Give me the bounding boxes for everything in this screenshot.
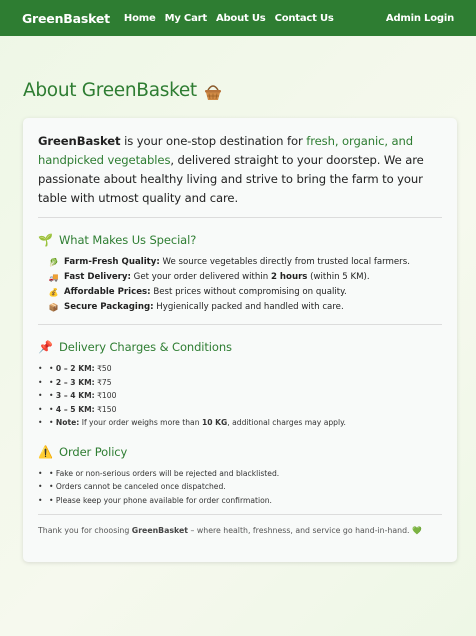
brand-logo-text[interactable]: GreenBasket	[22, 11, 110, 26]
warning-icon: ⚠️	[38, 444, 53, 459]
intro-brand: GreenBasket	[38, 134, 121, 148]
feature-text: We source vegetables directly from trust…	[159, 257, 410, 267]
policy-text: Fake or non-serious orders will be rejec…	[55, 468, 280, 478]
delivery-price: ₹75	[94, 377, 112, 387]
list-item: 🚚 Fast Delivery: Get your order delivere…	[48, 270, 442, 285]
package-icon: 📦	[48, 303, 59, 312]
note-label: Note:	[55, 418, 80, 427]
delivery-range: 0 – 2 KM:	[55, 364, 95, 373]
list-item: • • Note: If your order weighs more than …	[38, 418, 346, 427]
delivery-price: ₹50	[94, 364, 112, 373]
nav-links: Home My Cart About Us Contact Us	[124, 13, 334, 24]
feature-text: Best prices without compromising on qual…	[150, 287, 347, 297]
policy-list: • • Fake or non-serious orders will be re…	[38, 467, 442, 508]
policy-heading-row: ⚠️ Order Policy	[38, 445, 442, 459]
policy-heading: Order Policy	[59, 444, 128, 459]
special-list: 🥬 Farm-Fresh Quality: We source vegetabl…	[48, 255, 442, 315]
page-title: About GreenBasket	[23, 80, 197, 101]
page-title-row: About GreenBasket	[23, 80, 223, 101]
truck-icon: 🚚	[48, 273, 59, 282]
nav-about-us-link[interactable]: About Us	[216, 13, 266, 24]
list-item: • • 0 – 2 KM: ₹50	[38, 364, 112, 373]
delivery-price: ₹150	[94, 404, 117, 414]
policy-text: Please keep your phone available for ord…	[55, 495, 272, 505]
list-item: • • 3 – 4 KM: ₹100	[38, 391, 117, 400]
delivery-price: ₹100	[94, 391, 117, 400]
delivery-range: 2 – 3 KM:	[55, 377, 95, 387]
basket-icon	[203, 83, 223, 101]
delivery-range: 3 – 4 KM:	[55, 391, 95, 400]
feature-text: (within 5 KM).	[307, 272, 370, 282]
seedling-icon: 🌱	[38, 233, 53, 247]
feature-label: Affordable Prices:	[64, 287, 151, 297]
list-item: 💰 Affordable Prices: Best prices without…	[48, 285, 442, 300]
footer-text: Thank you for choosing	[38, 526, 132, 535]
feature-text: Hygienically packed and handled with car…	[153, 302, 344, 312]
admin-login-link[interactable]: Admin Login	[386, 13, 454, 24]
list-item: • • 4 – 5 KM: ₹150	[38, 404, 117, 414]
nav-my-cart-link[interactable]: My Cart	[165, 13, 208, 24]
delivery-list: • • 0 – 2 KM: ₹50 • • 2 – 3 KM: ₹75 • • 3 –…	[38, 362, 442, 430]
feature-label: Fast Delivery:	[64, 272, 131, 282]
footer-brand: GreenBasket	[131, 526, 189, 535]
list-item: 📦 Secure Packaging: Hygienically packed …	[48, 300, 442, 315]
intro-text-1: is your one-stop destination for	[120, 134, 307, 148]
list-item: • • 2 – 3 KM: ₹75	[38, 377, 112, 387]
feature-label: Farm-Fresh Quality:	[64, 257, 160, 267]
special-heading-row: 🌱 What Makes Us Special?	[38, 233, 442, 247]
feature-bold: 2 hours	[270, 272, 308, 282]
footer-text: – where health, freshness, and service g…	[188, 526, 410, 535]
note-text: , additional charges may apply.	[227, 418, 346, 427]
list-item: • • Orders cannot be canceled once dispat…	[38, 482, 226, 491]
list-item: 🥬 Farm-Fresh Quality: We source vegetabl…	[48, 255, 442, 270]
special-heading: What Makes Us Special?	[59, 233, 197, 247]
footer-note: Thank you for choosing GreenBasket – whe…	[38, 526, 442, 535]
list-item: • • Fake or non-serious orders will be re…	[38, 468, 280, 478]
list-item: • • Please keep your phone available for …	[38, 495, 272, 505]
pushpin-icon: 📌	[38, 340, 53, 354]
nav-contact-us-link[interactable]: Contact Us	[275, 13, 334, 24]
note-bold: 10 KG	[201, 418, 228, 427]
policy-text: Orders cannot be canceled once dispatche…	[55, 482, 226, 491]
leaf-icon: 🥬	[48, 258, 59, 267]
divider	[38, 514, 442, 515]
top-navbar: GreenBasket Home My Cart About Us Contac…	[0, 0, 476, 36]
nav-home-link[interactable]: Home	[124, 13, 156, 24]
money-bag-icon: 💰	[48, 288, 59, 297]
feature-text: Get your order delivered within	[130, 272, 271, 282]
divider	[38, 324, 442, 325]
green-heart-icon: 💚	[412, 526, 422, 535]
note-text: If your order weighs more than	[79, 418, 202, 427]
divider	[38, 217, 442, 218]
about-card: GreenBasket is your one-stop destination…	[23, 118, 457, 562]
intro-paragraph: GreenBasket is your one-stop destination…	[38, 132, 442, 208]
delivery-heading-row: 📌 Delivery Charges & Conditions	[38, 340, 442, 354]
delivery-heading: Delivery Charges & Conditions	[59, 340, 232, 354]
delivery-range: 4 – 5 KM:	[55, 404, 95, 414]
feature-label: Secure Packaging:	[64, 302, 154, 312]
